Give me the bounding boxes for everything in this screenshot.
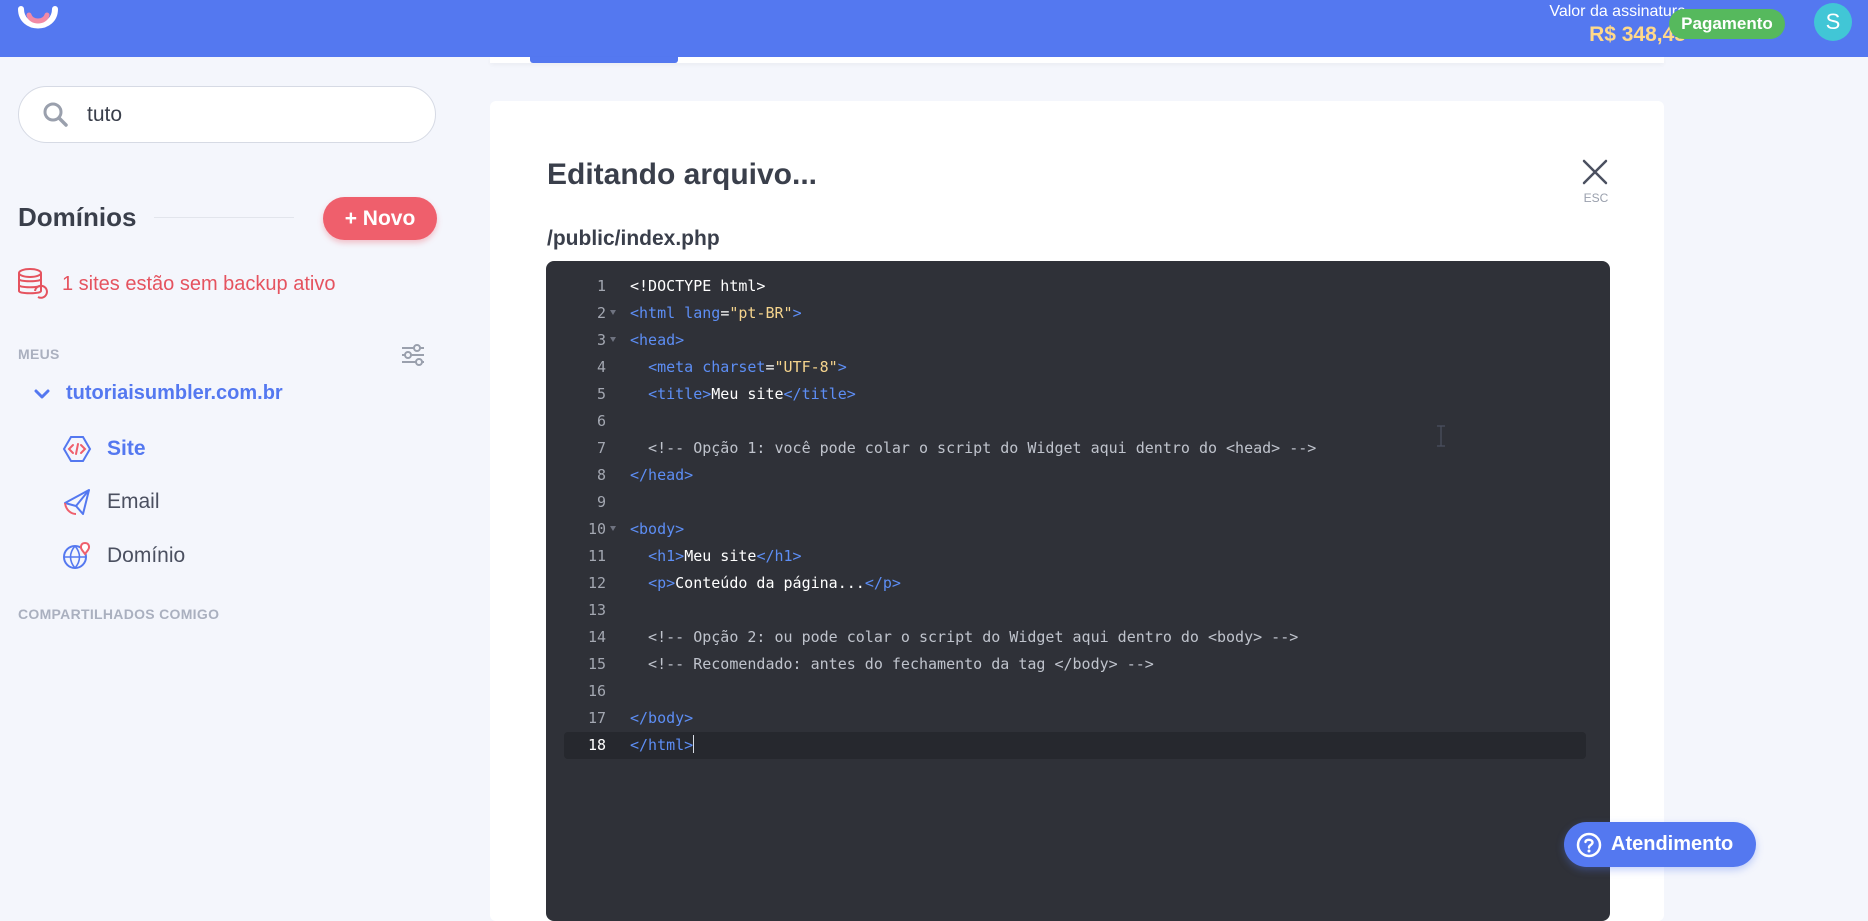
line-number: 9: [596, 493, 606, 511]
code-text: <meta charset="UTF-8">: [648, 358, 847, 376]
database-backup-icon: [18, 268, 48, 299]
code-line: 16: [564, 678, 1586, 705]
line-number: 1: [596, 277, 606, 295]
divider: [154, 217, 294, 218]
code-line: 9: [564, 489, 1586, 516]
line-number: 18: [587, 736, 606, 754]
search-icon: [43, 102, 68, 127]
sidebar-item-label: Site: [107, 437, 146, 460]
code-line: 8 </head>: [564, 462, 1586, 489]
code-line: 11 <h1>Meu site</h1>: [564, 543, 1586, 570]
code-text: </body>: [630, 709, 694, 727]
globe-pin-icon: [63, 541, 90, 569]
search-input[interactable]: [85, 99, 409, 131]
code-text: <p>Conteúdo da página...</p>: [648, 574, 901, 592]
fold-arrow-icon[interactable]: [610, 526, 616, 531]
code-line: 7 <!-- Opção 1: você pode colar o script…: [564, 435, 1586, 462]
code-line: 3 <head>: [564, 327, 1586, 354]
text-cursor-icon: [1437, 425, 1445, 447]
code-line-active: 18 </html>: [564, 732, 1586, 759]
line-number: 4: [596, 358, 606, 376]
line-number: 14: [587, 628, 606, 646]
code-text: <title>Meu site</title>: [648, 385, 856, 403]
fold-arrow-icon[interactable]: [610, 337, 616, 342]
file-path: /public/index.php: [547, 227, 720, 250]
code-text: <!-- Opção 1: você pode colar o script d…: [630, 439, 1317, 457]
line-number: 16: [587, 682, 606, 700]
code-text: <head>: [630, 331, 685, 349]
domain-name: tutoriaisumbler.com.br: [66, 382, 283, 404]
line-number: 3: [596, 331, 606, 349]
code-text: <html lang="pt-BR">: [630, 304, 802, 322]
code-editor[interactable]: 1 <!DOCTYPE html> 2 <html lang="pt-BR"> …: [546, 261, 1610, 921]
line-number: 15: [587, 655, 606, 673]
section-shared-label: COMPARTILHADOS COMIGO: [18, 606, 220, 622]
code-icon: [62, 436, 92, 462]
help-icon: [1576, 832, 1602, 858]
line-number: 7: [596, 439, 606, 457]
umbler-logo-icon[interactable]: [16, 3, 60, 41]
code-text: <h1>Meu site</h1>: [648, 547, 802, 565]
page-title: Editando arquivo...: [547, 158, 818, 191]
code-line: 1 <!DOCTYPE html>: [564, 273, 1586, 300]
subscription-value: R$ 348,45: [1589, 23, 1686, 46]
code-line: 4 <meta charset="UTF-8">: [564, 354, 1586, 381]
sidebar-item-label: Domínio: [107, 544, 186, 567]
top-bar: Valor da assinatura R$ 348,45 Pagamento …: [0, 0, 1868, 57]
backup-warning-text: 1 sites estão sem backup ativo: [62, 273, 336, 295]
avatar[interactable]: S: [1814, 3, 1852, 41]
payment-button[interactable]: Pagamento: [1669, 9, 1785, 39]
subscription-label: Valor da assinatura: [1549, 3, 1686, 20]
line-number: 5: [596, 385, 606, 403]
code-line: 14 <!-- Opção 2: ou pode colar o script …: [564, 624, 1586, 651]
code-line: 6: [564, 408, 1586, 435]
code-line: 12 <p>Conteúdo da página...</p>: [564, 570, 1586, 597]
line-number: 6: [596, 412, 606, 430]
code-line: 15 <!-- Recomendado: antes do fechamento…: [564, 651, 1586, 678]
domains-title: Domínios: [18, 202, 137, 232]
code-text: </head>: [630, 466, 694, 484]
filter-settings-icon[interactable]: [400, 344, 426, 366]
line-number: 8: [596, 466, 606, 484]
code-line: 17 </body>: [564, 705, 1586, 732]
text-caret: [693, 735, 695, 753]
code-line: 5 <title>Meu site</title>: [564, 381, 1586, 408]
section-mine-label: MEUS: [18, 346, 60, 362]
paper-plane-icon: [64, 489, 90, 515]
active-tab-indicator: [530, 57, 678, 63]
line-number: 10: [587, 520, 606, 538]
close-icon[interactable]: [1579, 156, 1611, 188]
chevron-down-icon: [34, 389, 50, 399]
code-text: <!DOCTYPE html>: [630, 277, 766, 295]
support-button[interactable]: Atendimento: [1564, 822, 1756, 867]
search-box[interactable]: [18, 86, 436, 143]
support-label: Atendimento: [1611, 833, 1734, 855]
line-number: 12: [587, 574, 606, 592]
esc-hint: ESC: [1583, 191, 1609, 205]
code-line: 10 <body>: [564, 516, 1586, 543]
code-text: <!-- Opção 2: ou pode colar o script do …: [630, 628, 1299, 646]
sidebar-item-label: Email: [107, 490, 160, 513]
line-number: 2: [596, 304, 606, 322]
line-number: 17: [587, 709, 606, 727]
code-text: </html>: [630, 735, 695, 754]
code-line: 2 <html lang="pt-BR">: [564, 300, 1586, 327]
code-line: 13: [564, 597, 1586, 624]
line-number: 13: [587, 601, 606, 619]
line-number: 11: [587, 547, 606, 565]
fold-arrow-icon[interactable]: [610, 310, 616, 315]
code-text: <!-- Recomendado: antes do fechamento da…: [630, 655, 1154, 673]
new-domain-button[interactable]: + Novo: [323, 197, 437, 240]
code-text: <body>: [630, 520, 685, 538]
